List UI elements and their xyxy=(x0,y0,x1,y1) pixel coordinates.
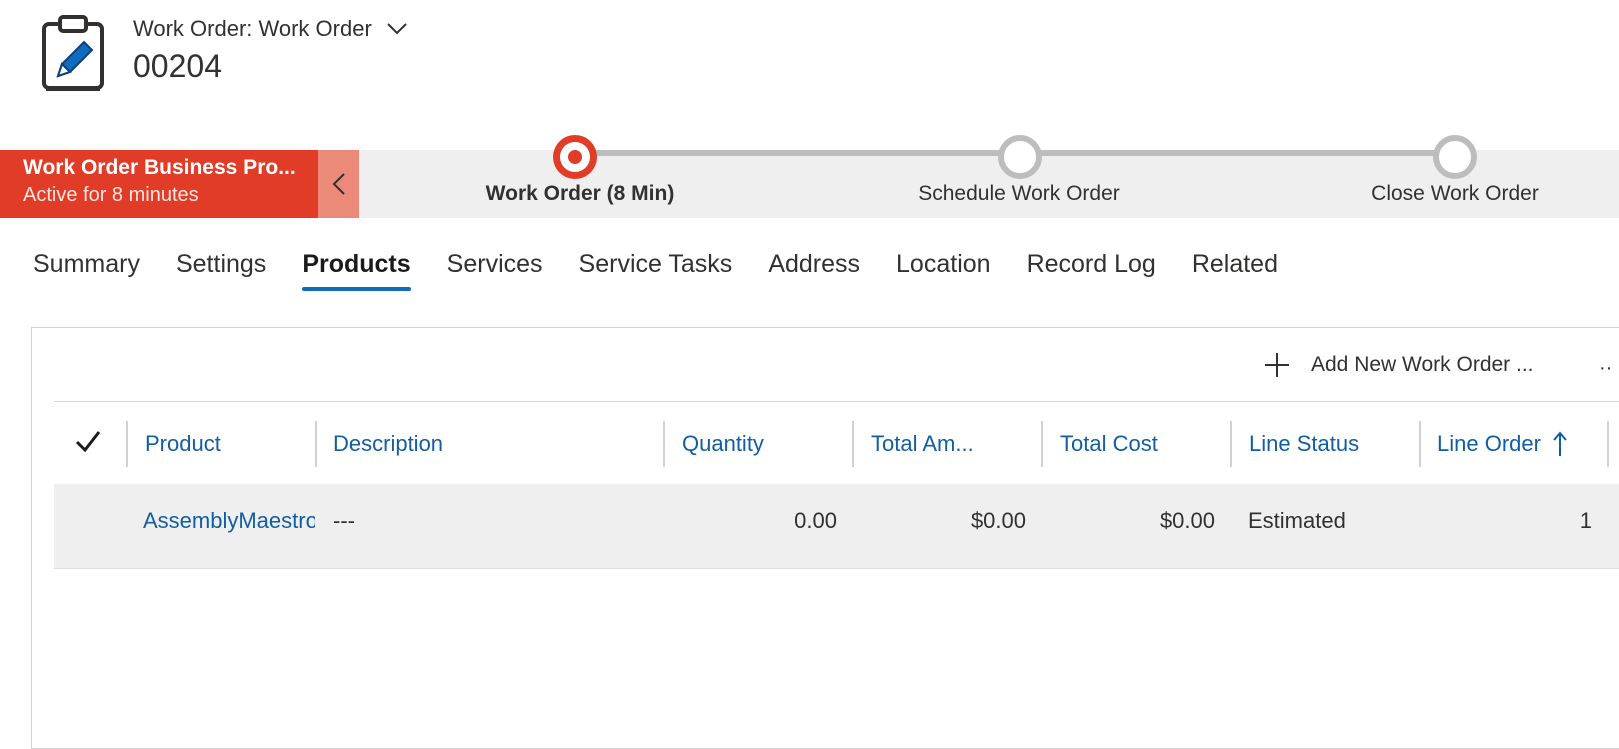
line-status-cell: Estimated xyxy=(1248,508,1346,533)
column-separator[interactable] xyxy=(663,421,665,467)
tab-location[interactable]: Location xyxy=(896,250,991,291)
description-cell: --- xyxy=(333,508,355,533)
stage-close-work-order-label[interactable]: Close Work Order xyxy=(1371,182,1539,206)
form-tabs: Summary Settings Products Services Servi… xyxy=(33,250,1314,291)
select-all-checkmark-icon[interactable] xyxy=(74,428,102,454)
tab-summary[interactable]: Summary xyxy=(33,250,140,291)
tab-services[interactable]: Services xyxy=(447,250,543,291)
entity-form-selector[interactable]: Work Order: Work Order xyxy=(133,16,408,42)
column-separator[interactable] xyxy=(852,421,854,467)
tab-service-tasks[interactable]: Service Tasks xyxy=(579,250,733,291)
column-header-line-status[interactable]: Line Status xyxy=(1249,421,1359,467)
product-link[interactable]: AssemblyMaestro xyxy=(143,508,315,534)
total-cost-cell: $0.00 xyxy=(1159,508,1215,533)
process-duration: Active for 8 minutes xyxy=(23,184,199,206)
tab-settings[interactable]: Settings xyxy=(176,250,266,291)
chevron-left-icon xyxy=(332,173,345,195)
quantity-cell: 0.00 xyxy=(794,508,837,533)
column-separator[interactable] xyxy=(315,421,317,467)
sort-ascending-arrow-icon xyxy=(1553,431,1567,456)
column-separator[interactable] xyxy=(1419,421,1421,467)
column-header-product[interactable]: Product xyxy=(145,421,221,467)
column-separator[interactable] xyxy=(1230,421,1232,467)
column-header-total-cost[interactable]: Total Cost xyxy=(1060,421,1158,467)
work-order-clipboard-icon xyxy=(40,14,108,92)
tab-related[interactable]: Related xyxy=(1192,250,1278,291)
column-separator[interactable] xyxy=(1041,421,1043,467)
add-icon xyxy=(1265,353,1289,377)
add-new-label: Add New Work Order ... xyxy=(1311,353,1534,376)
stage-work-order-indicator[interactable] xyxy=(553,135,597,179)
tab-products[interactable]: Products xyxy=(302,250,412,291)
column-header-description[interactable]: Description xyxy=(333,421,443,467)
process-name-flyout[interactable]: Work Order Business Pro... Active for 8 … xyxy=(0,150,318,218)
column-header-quantity[interactable]: Quantity xyxy=(682,421,764,467)
entity-form-label: Work Order: Work Order xyxy=(133,16,372,41)
line-order-label: Line Order xyxy=(1437,431,1541,456)
stage-schedule-work-order-indicator[interactable] xyxy=(998,135,1042,179)
process-name: Work Order Business Pro... xyxy=(23,156,296,179)
column-separator[interactable] xyxy=(1607,421,1609,467)
total-amount-cell: $0.00 xyxy=(970,508,1026,533)
column-header-total-amount[interactable]: Total Am... xyxy=(871,421,974,467)
stage-close-work-order-indicator[interactable] xyxy=(1433,135,1477,179)
add-new-work-order-product-button[interactable]: Add New Work Order ... xyxy=(1265,353,1534,377)
more-commands-button[interactable]: ·· xyxy=(1599,357,1612,380)
stage-connector xyxy=(1034,150,1454,156)
tab-record-log[interactable]: Record Log xyxy=(1027,250,1156,291)
line-order-cell: 1 xyxy=(1579,508,1592,533)
command-bar-divider xyxy=(54,401,1619,402)
column-separator[interactable] xyxy=(126,421,128,467)
column-header-line-order[interactable]: Line Order xyxy=(1437,421,1567,467)
collapse-process-button[interactable] xyxy=(318,150,359,218)
stage-schedule-work-order-label[interactable]: Schedule Work Order xyxy=(918,182,1120,206)
tab-address[interactable]: Address xyxy=(768,250,860,291)
stage-work-order-label[interactable]: Work Order (8 Min) xyxy=(486,182,675,206)
stage-connector xyxy=(590,150,1010,156)
chevron-down-icon xyxy=(387,23,407,35)
record-title: 00204 xyxy=(133,48,222,84)
